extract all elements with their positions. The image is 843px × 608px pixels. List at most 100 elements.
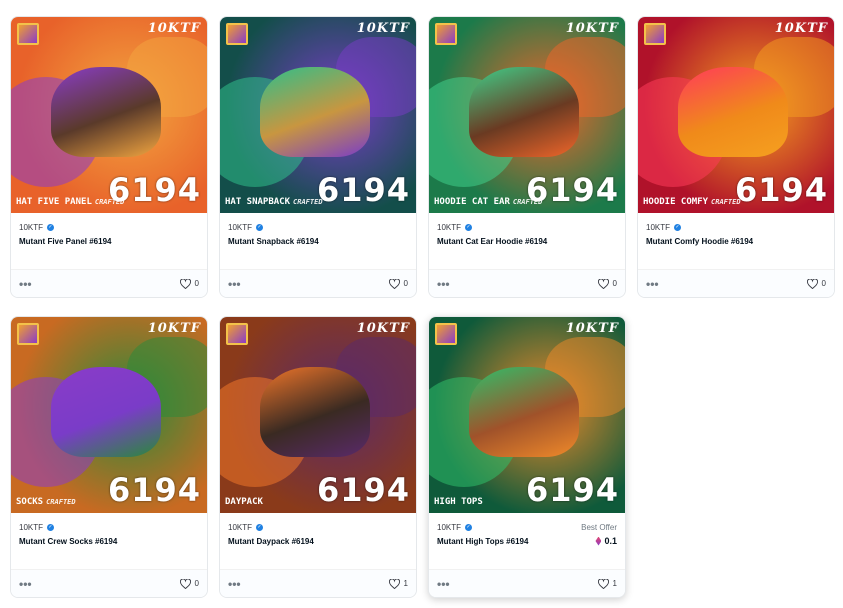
collection-name[interactable]: 10KTF: [437, 523, 461, 532]
collection-row[interactable]: 10KTF ✓: [19, 223, 199, 232]
collection-row[interactable]: 10KTF ✓: [228, 223, 408, 232]
card-info: 10KTF ✓ Mutant Comfy Hoodie #6194: [638, 213, 834, 269]
nft-name[interactable]: Mutant Crew Socks #6194: [19, 536, 139, 548]
nft-image[interactable]: 10KTF 6194 HAT FIVE PANEL CRAFTED: [11, 17, 207, 213]
card-footer: ••• 0: [429, 269, 625, 297]
collection-name[interactable]: 10KTF: [19, 523, 43, 532]
avatar-thumbnail: [17, 23, 39, 45]
art-tag-text: SOCKS: [16, 497, 44, 507]
avatar-thumbnail: [644, 23, 666, 45]
card-info: 10KTF ✓ Mutant Five Panel #6194: [11, 213, 207, 269]
art-number: 6194: [525, 471, 619, 509]
more-icon[interactable]: •••: [228, 577, 241, 591]
art-brand-logo: 10KTF: [147, 21, 201, 36]
like-button[interactable]: 0: [597, 278, 617, 289]
art-product-tag: HIGH TOPS: [434, 497, 483, 507]
avatar-thumbnail: [435, 323, 457, 345]
nft-image[interactable]: 10KTF 6194 DAYPACK: [220, 317, 416, 513]
nft-card[interactable]: 10KTF 6194 HOODIE CAT EAR CRAFTED 10KTF ✓…: [428, 16, 626, 298]
nft-image[interactable]: 10KTF 6194 HIGH TOPS: [429, 317, 625, 513]
more-icon[interactable]: •••: [646, 277, 659, 291]
more-icon[interactable]: •••: [19, 277, 32, 291]
heart-icon: [179, 578, 191, 589]
heart-icon: [179, 278, 191, 289]
like-button[interactable]: 0: [179, 578, 199, 589]
verified-badge-icon: ✓: [256, 524, 264, 531]
collection-row[interactable]: 10KTF ✓: [228, 523, 408, 532]
verified-badge-icon: ✓: [256, 224, 264, 231]
art-number: 6194: [107, 471, 201, 509]
art-product-tag: HAT SNAPBACK CRAFTED: [225, 197, 323, 207]
heart-icon: [597, 278, 609, 289]
art-product-tag: HAT FIVE PANEL CRAFTED: [16, 197, 124, 207]
more-icon[interactable]: •••: [19, 577, 32, 591]
collection-row[interactable]: 10KTF ✓: [646, 223, 826, 232]
like-count: 0: [403, 279, 408, 288]
more-icon[interactable]: •••: [437, 277, 450, 291]
product-shape: [678, 67, 788, 157]
card-footer: ••• 0: [220, 269, 416, 297]
collection-name[interactable]: 10KTF: [228, 523, 252, 532]
art-crafted-label: CRAFTED: [46, 498, 76, 506]
nft-image[interactable]: 10KTF 6194 HOODIE COMFY CRAFTED: [638, 17, 834, 213]
like-count: 1: [612, 579, 617, 588]
verified-badge-icon: ✓: [465, 524, 473, 531]
product-shape: [469, 367, 579, 457]
art-brand-logo: 10KTF: [356, 21, 410, 36]
art-brand-logo: 10KTF: [356, 321, 410, 336]
card-footer: ••• 1: [429, 569, 625, 597]
nft-name[interactable]: Mutant Daypack #6194: [228, 536, 348, 548]
product-shape: [51, 367, 161, 457]
nft-card[interactable]: 10KTF 6194 HAT SNAPBACK CRAFTED 10KTF ✓ M…: [219, 16, 417, 298]
avatar-thumbnail: [226, 23, 248, 45]
nft-image[interactable]: 10KTF 6194 SOCKS CRAFTED: [11, 317, 207, 513]
art-tag-text: HAT SNAPBACK: [225, 197, 291, 207]
nft-image[interactable]: 10KTF 6194 HAT SNAPBACK CRAFTED: [220, 17, 416, 213]
verified-badge-icon: ✓: [674, 224, 682, 231]
like-button[interactable]: 0: [806, 278, 826, 289]
verified-badge-icon: ✓: [47, 224, 55, 231]
nft-card[interactable]: 10KTF 6194 DAYPACK 10KTF ✓ Mutant Daypac…: [219, 316, 417, 598]
like-button[interactable]: 0: [388, 278, 408, 289]
nft-card[interactable]: 10KTF 6194 HOODIE COMFY CRAFTED 10KTF ✓ M…: [637, 16, 835, 298]
product-shape: [260, 67, 370, 157]
card-info: 10KTF ✓ Mutant Daypack #6194: [220, 513, 416, 569]
nft-name[interactable]: Mutant Five Panel #6194: [19, 236, 139, 248]
card-info: 10KTF ✓ Mutant Cat Ear Hoodie #6194: [429, 213, 625, 269]
heart-icon: [806, 278, 818, 289]
more-icon[interactable]: •••: [228, 277, 241, 291]
collection-name[interactable]: 10KTF: [646, 223, 670, 232]
nft-image[interactable]: 10KTF 6194 HOODIE CAT EAR CRAFTED: [429, 17, 625, 213]
like-count: 0: [194, 279, 199, 288]
like-count: 0: [194, 579, 199, 588]
nft-card[interactable]: 10KTF 6194 HAT FIVE PANEL CRAFTED 10KTF ✓…: [10, 16, 208, 298]
nft-name[interactable]: Mutant Snapback #6194: [228, 236, 348, 248]
art-tag-text: HAT FIVE PANEL: [16, 197, 92, 207]
card-info: 10KTF ✓ Mutant Snapback #6194: [220, 213, 416, 269]
collection-name[interactable]: 10KTF: [228, 223, 252, 232]
like-count: 0: [821, 279, 826, 288]
more-icon[interactable]: •••: [437, 577, 450, 591]
nft-card[interactable]: 10KTF 6194 SOCKS CRAFTED 10KTF ✓ Mutant C…: [10, 316, 208, 598]
collection-row[interactable]: 10KTF ✓: [437, 223, 617, 232]
art-product-tag: HOODIE CAT EAR CRAFTED: [434, 197, 542, 207]
nft-card[interactable]: 10KTF 6194 HIGH TOPS 10KTF ✓ Mutant High…: [428, 316, 626, 598]
nft-name[interactable]: Mutant High Tops #6194: [437, 536, 557, 548]
art-crafted-label: CRAFTED: [94, 198, 125, 206]
collection-name[interactable]: 10KTF: [437, 223, 461, 232]
like-button[interactable]: 0: [179, 278, 199, 289]
verified-badge-icon: ✓: [465, 224, 473, 231]
like-button[interactable]: 1: [597, 578, 617, 589]
best-offer: Best Offer 0.1: [581, 523, 617, 546]
collection-name[interactable]: 10KTF: [19, 223, 43, 232]
ethereum-icon: [595, 536, 602, 546]
nft-name[interactable]: Mutant Cat Ear Hoodie #6194: [437, 236, 557, 248]
art-product-tag: SOCKS CRAFTED: [16, 497, 76, 507]
heart-icon: [388, 578, 400, 589]
nft-name[interactable]: Mutant Comfy Hoodie #6194: [646, 236, 766, 248]
collection-row[interactable]: 10KTF ✓: [19, 523, 199, 532]
like-button[interactable]: 1: [388, 578, 408, 589]
art-crafted-label: CRAFTED: [293, 198, 323, 206]
card-info: 10KTF ✓ Mutant Crew Socks #6194: [11, 513, 207, 569]
art-number: 6194: [734, 171, 828, 209]
